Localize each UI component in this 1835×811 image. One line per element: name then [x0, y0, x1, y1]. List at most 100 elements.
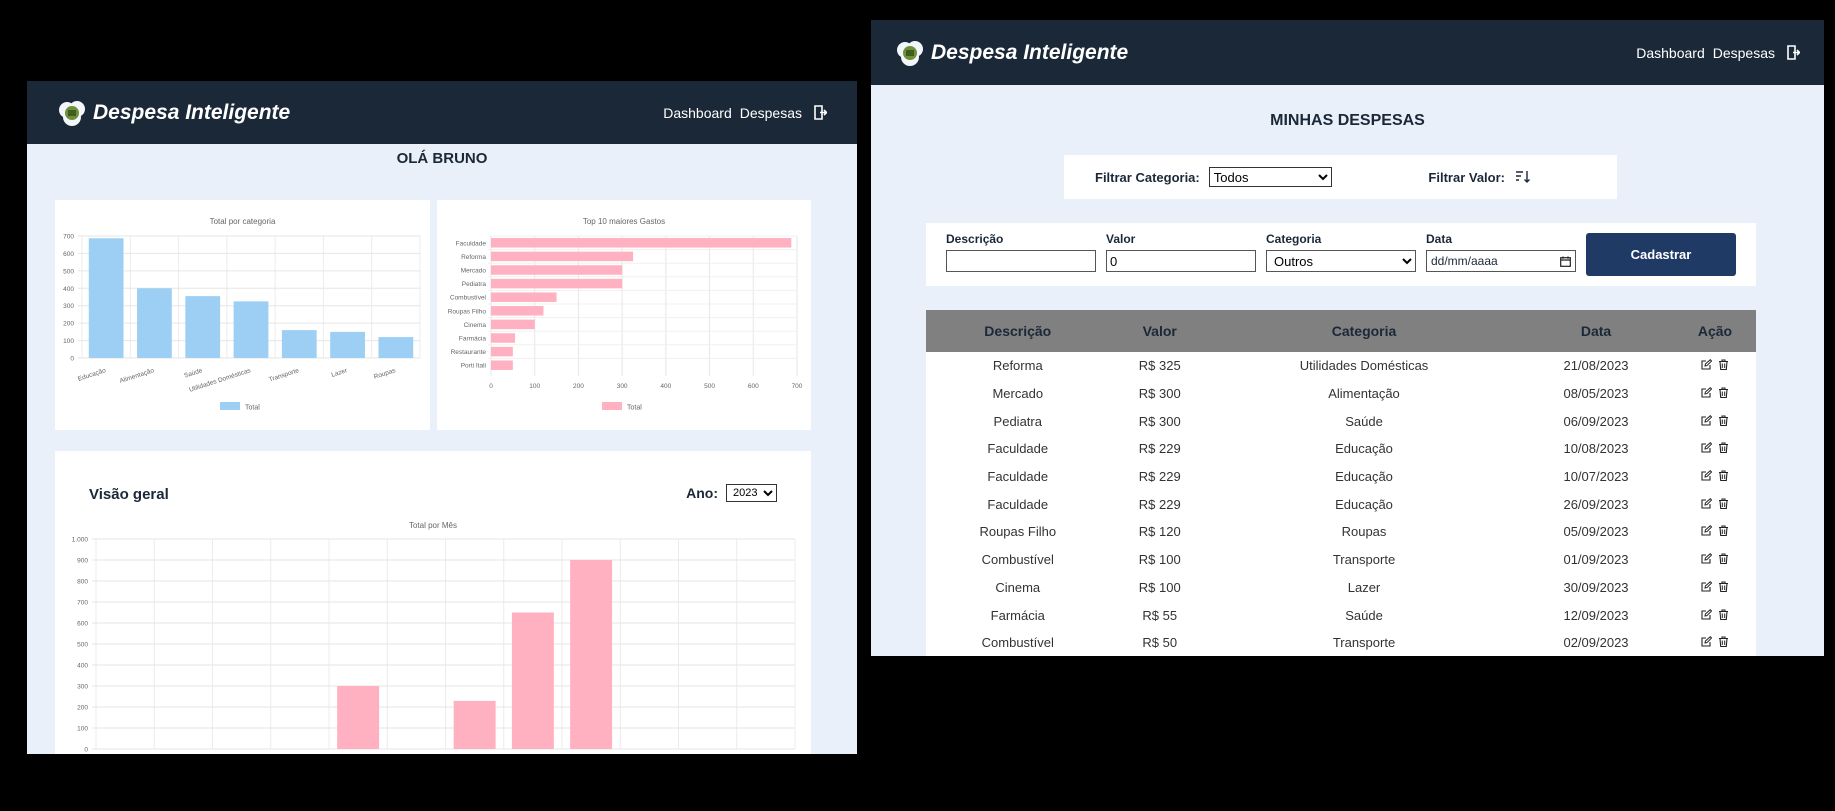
- date-label: Data: [1426, 232, 1453, 246]
- trash-icon[interactable]: [1718, 608, 1729, 620]
- cell-actions: [1673, 601, 1756, 629]
- y-tick-label: 800: [77, 579, 88, 586]
- nav-dashboard[interactable]: Dashboard: [663, 105, 732, 121]
- value-label: Valor: [1106, 232, 1136, 246]
- x-tick-label: 600: [748, 383, 759, 390]
- y-tick-label: Cinema: [464, 322, 487, 329]
- x-tick-label: 500: [704, 383, 715, 390]
- cell-date: 08/05/2023: [1518, 379, 1674, 408]
- edit-icon[interactable]: [1701, 387, 1712, 398]
- navbar: Despesa Inteligente Dashboard Despesas: [27, 81, 857, 144]
- filter-category-select[interactable]: Todos: [1208, 167, 1332, 187]
- bar: [378, 337, 414, 358]
- brand[interactable]: Despesa Inteligente: [57, 98, 290, 128]
- logout-icon[interactable]: [814, 105, 827, 120]
- bar: [330, 331, 365, 358]
- calendar-icon[interactable]: [1560, 256, 1571, 267]
- bar: [491, 360, 513, 370]
- table-row: Faculdade R$ 229 Educação 26/09/2023: [926, 490, 1756, 519]
- cell-date: 06/09/2023: [1518, 407, 1674, 436]
- logout-icon[interactable]: [1787, 45, 1800, 60]
- y-tick-label: Mercado: [461, 268, 487, 275]
- cell-description: Roupas Filho: [926, 518, 1110, 546]
- y-tick-label: 300: [63, 303, 74, 310]
- submit-button[interactable]: Cadastrar: [1586, 233, 1736, 276]
- cell-date: 10/08/2023: [1518, 435, 1674, 463]
- description-input[interactable]: [946, 250, 1096, 272]
- trash-icon[interactable]: [1718, 470, 1729, 482]
- cell-actions: [1673, 628, 1756, 656]
- x-tick-label: Alimentação: [119, 367, 156, 385]
- header-description: Descrição: [926, 310, 1110, 352]
- edit-icon[interactable]: [1701, 636, 1712, 647]
- expenses-table: Descrição Valor Categoria Data Ação Refo…: [926, 310, 1756, 656]
- trash-icon[interactable]: [1718, 415, 1729, 426]
- edit-icon[interactable]: [1701, 470, 1712, 481]
- edit-icon[interactable]: [1701, 525, 1712, 537]
- x-tick-label: Educação: [77, 367, 107, 383]
- y-tick-label: 100: [77, 726, 88, 733]
- trash-icon[interactable]: [1718, 498, 1729, 509]
- y-tick-label: Restaurante: [451, 349, 487, 356]
- y-tick-label: Combustível: [450, 295, 487, 302]
- cell-value: R$ 325: [1109, 352, 1210, 380]
- trash-icon[interactable]: [1718, 442, 1729, 454]
- y-tick-label: 200: [77, 705, 88, 712]
- nav-despesas[interactable]: Despesas: [740, 105, 802, 121]
- trash-icon[interactable]: [1718, 359, 1729, 371]
- field-category: Categoria Outros: [1266, 232, 1416, 272]
- cell-value: R$ 50: [1109, 628, 1210, 656]
- category-select[interactable]: Outros: [1266, 250, 1416, 272]
- trash-icon[interactable]: [1718, 525, 1729, 537]
- edit-icon[interactable]: [1701, 359, 1712, 370]
- edit-icon[interactable]: [1701, 497, 1712, 509]
- filter-value-label: Filtrar Valor:: [1428, 169, 1505, 185]
- edit-icon[interactable]: [1701, 580, 1712, 592]
- value-input[interactable]: [1106, 250, 1256, 272]
- y-tick-label: 700: [77, 600, 88, 607]
- date-input[interactable]: dd/mm/aaaa: [1426, 250, 1576, 272]
- filter-category-label: Filtrar Categoria:: [1095, 169, 1200, 185]
- cell-category: Saúde: [1209, 601, 1519, 629]
- y-tick-label: 400: [77, 663, 88, 670]
- cell-value: R$ 55: [1109, 601, 1210, 629]
- nav-despesas[interactable]: Despesas: [1713, 45, 1775, 61]
- table-row: Faculdade R$ 229 Educação 10/08/2023: [926, 435, 1756, 463]
- filter-bar: Filtrar Categoria: Todos Filtrar Valor:: [1064, 155, 1617, 199]
- cell-date: 05/09/2023: [1518, 518, 1674, 546]
- trash-icon[interactable]: [1718, 387, 1729, 399]
- y-tick-label: 900: [77, 558, 88, 565]
- bar: [491, 251, 634, 262]
- y-tick-label: Roupas Filho: [448, 308, 487, 315]
- y-tick-label: 700: [63, 234, 74, 241]
- edit-icon[interactable]: [1701, 553, 1712, 564]
- brand[interactable]: Despesa Inteligente: [895, 38, 1128, 68]
- y-tick-label: 1.000: [72, 537, 89, 544]
- x-tick-label: 400: [660, 383, 671, 390]
- cell-description: Faculdade: [926, 462, 1110, 491]
- edit-icon[interactable]: [1701, 608, 1712, 620]
- edit-icon[interactable]: [1701, 442, 1712, 453]
- nav-dashboard[interactable]: Dashboard: [1636, 45, 1705, 61]
- cell-actions: [1673, 352, 1756, 380]
- trash-icon[interactable]: [1718, 553, 1729, 565]
- cell-date: 21/08/2023: [1518, 352, 1674, 380]
- legend-label: Total: [245, 405, 260, 412]
- cell-actions: [1673, 379, 1756, 408]
- edit-icon[interactable]: [1701, 414, 1712, 426]
- x-tick-label: Saúde: [183, 367, 203, 380]
- sort-icon[interactable]: [1515, 170, 1531, 184]
- trash-icon[interactable]: [1718, 581, 1729, 592]
- trash-icon[interactable]: [1718, 636, 1729, 648]
- bar: [337, 686, 380, 749]
- y-tick-label: Farmácia: [459, 336, 486, 343]
- cell-value: R$ 300: [1109, 407, 1210, 436]
- cell-category: Educação: [1209, 462, 1519, 491]
- cell-description: Cinema: [926, 573, 1110, 602]
- cell-actions: [1673, 573, 1756, 602]
- x-tick-label: Roupas: [373, 367, 397, 381]
- bar: [491, 306, 544, 316]
- description-label: Descrição: [946, 232, 1004, 246]
- bar: [281, 330, 317, 358]
- x-tick-label: 300: [617, 383, 628, 390]
